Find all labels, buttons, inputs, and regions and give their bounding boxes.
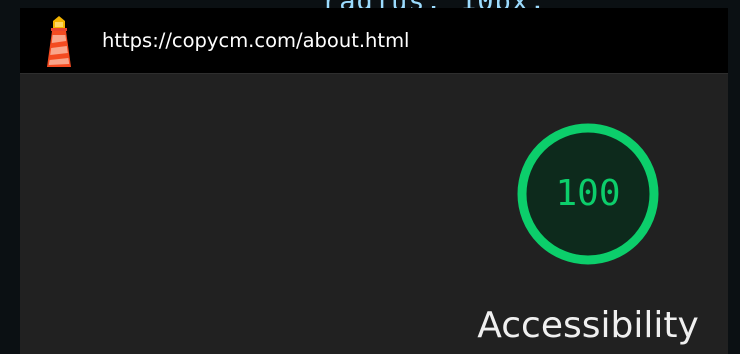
score-gauge: 100 xyxy=(511,117,665,271)
category-title: Accessibility xyxy=(477,305,699,346)
lighthouse-report-card: https://copycm.com/about.html 100 Access… xyxy=(20,8,728,354)
score-value: 100 xyxy=(555,173,621,214)
lighthouse-icon xyxy=(40,15,78,69)
report-url: https://copycm.com/about.html xyxy=(102,29,410,52)
report-topbar: https://copycm.com/about.html xyxy=(20,8,728,74)
